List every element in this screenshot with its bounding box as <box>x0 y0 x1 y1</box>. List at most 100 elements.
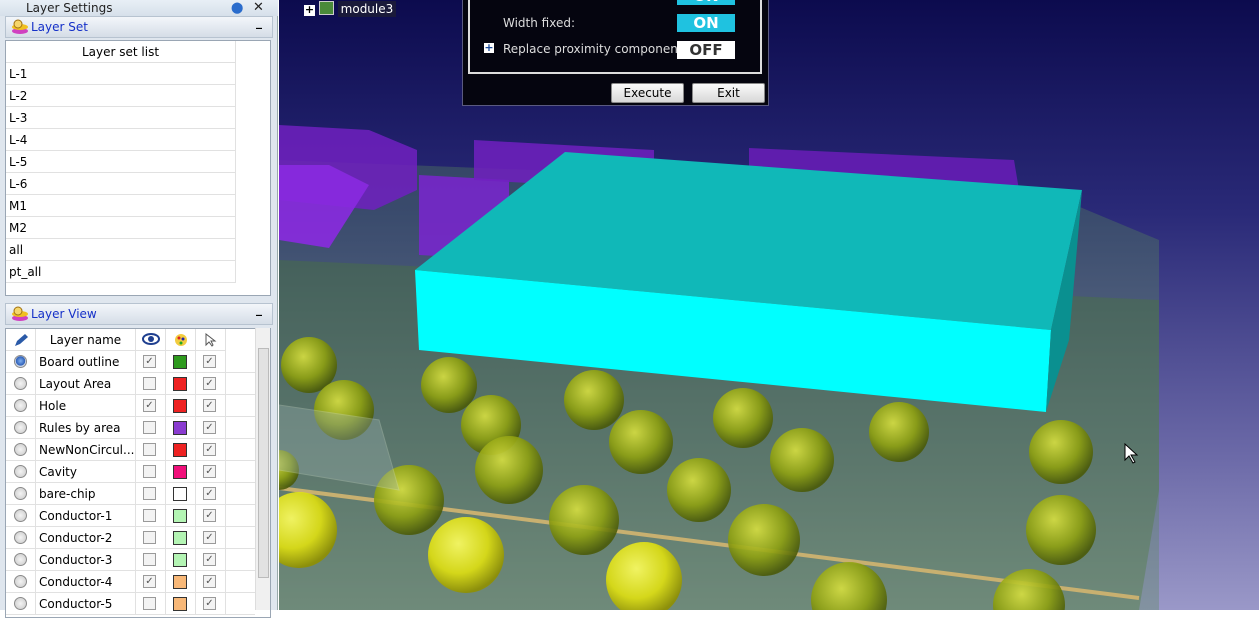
visible-checkbox[interactable] <box>143 465 156 478</box>
visible-checkbox[interactable] <box>143 443 156 456</box>
selectable-checkbox[interactable]: ✓ <box>203 531 216 544</box>
close-icon[interactable]: ✕ <box>253 0 264 15</box>
visible-checkbox[interactable] <box>143 553 156 566</box>
layer-set-item[interactable]: L-4 <box>6 129 236 151</box>
solder-ball <box>421 357 477 413</box>
color-swatch[interactable] <box>173 553 187 567</box>
layer-set-item[interactable]: L-5 <box>6 151 236 173</box>
active-layer-radio[interactable] <box>14 553 27 566</box>
active-layer-radio[interactable] <box>14 421 27 434</box>
layer-row[interactable]: Conductor-2 ✓ <box>6 527 255 549</box>
layer-row[interactable]: Layout Area ✓ <box>6 373 255 395</box>
layer-row[interactable]: Conductor-5 ✓ <box>6 593 255 615</box>
top-toggle[interactable]: ON <box>677 0 735 5</box>
active-cell <box>6 395 36 417</box>
visible-checkbox[interactable] <box>143 509 156 522</box>
3d-viewport[interactable] <box>259 0 1259 618</box>
solder-ball <box>564 370 624 430</box>
visible-cell: ✓ <box>136 571 166 593</box>
layer-row[interactable]: Conductor-3 ✓ <box>6 549 255 571</box>
replace-proximity-toggle[interactable]: OFF <box>677 41 735 59</box>
selectable-checkbox[interactable]: ✓ <box>203 443 216 456</box>
color-swatch[interactable] <box>173 487 187 501</box>
active-layer-radio[interactable] <box>14 377 27 390</box>
selectable-checkbox[interactable]: ✓ <box>203 487 216 500</box>
expand-icon[interactable]: + <box>484 42 494 53</box>
layer-row[interactable]: Hole ✓ ✓ <box>6 395 255 417</box>
execute-button[interactable]: Execute <box>611 83 684 103</box>
active-layer-radio[interactable] <box>14 355 27 368</box>
color-cell <box>166 395 196 417</box>
color-swatch[interactable] <box>173 421 187 435</box>
scrollbar-thumb[interactable] <box>258 348 269 578</box>
visible-checkbox[interactable]: ✓ <box>143 355 156 368</box>
solder-ball <box>1026 495 1096 565</box>
pin-icon[interactable]: ⬤ <box>231 1 243 14</box>
color-swatch[interactable] <box>173 443 187 457</box>
layer-row[interactable]: NewNonCircul... ✓ <box>6 439 255 461</box>
layer-row[interactable]: Rules by area ✓ <box>6 417 255 439</box>
active-layer-radio[interactable] <box>14 487 27 500</box>
color-swatch[interactable] <box>173 465 187 479</box>
active-layer-radio[interactable] <box>14 575 27 588</box>
layer-set-item[interactable]: M1 <box>6 195 236 217</box>
layer-row[interactable]: Board outline ✓ ✓ <box>6 351 255 373</box>
visible-checkbox[interactable]: ✓ <box>143 399 156 412</box>
layer-row[interactable]: Conductor-4 ✓ ✓ <box>6 571 255 593</box>
color-swatch[interactable] <box>173 575 187 589</box>
exit-button[interactable]: Exit <box>692 83 765 103</box>
active-layer-radio[interactable] <box>14 509 27 522</box>
selectable-cell: ✓ <box>196 351 226 373</box>
active-layer-radio[interactable] <box>14 443 27 456</box>
column-header[interactable]: Layer set list <box>6 41 236 63</box>
selectable-checkbox[interactable]: ✓ <box>203 355 216 368</box>
selectable-checkbox[interactable]: ✓ <box>203 399 216 412</box>
layer-set-section-header[interactable]: Layer Set _ <box>5 15 273 38</box>
color-swatch[interactable] <box>173 597 187 611</box>
visible-checkbox[interactable] <box>143 421 156 434</box>
layer-row[interactable]: Cavity ✓ <box>6 461 255 483</box>
collapse-button[interactable]: _ <box>256 302 262 316</box>
layer-set-item[interactable]: all <box>6 239 236 261</box>
active-layer-radio[interactable] <box>14 597 27 610</box>
active-layer-radio[interactable] <box>14 465 27 478</box>
selectable-checkbox[interactable]: ✓ <box>203 575 216 588</box>
layer-view-scrollbar[interactable] <box>255 328 270 610</box>
layer-set-item[interactable]: M2 <box>6 217 236 239</box>
color-swatch[interactable] <box>173 399 187 413</box>
layer-row[interactable]: bare-chip ✓ <box>6 483 255 505</box>
color-swatch[interactable] <box>173 531 187 545</box>
collapse-button[interactable]: _ <box>256 15 262 29</box>
visible-checkbox[interactable] <box>143 531 156 544</box>
layer-set-item[interactable]: pt_all <box>6 261 236 283</box>
layer-set-item[interactable]: L-1 <box>6 63 236 85</box>
visible-checkbox[interactable] <box>143 377 156 390</box>
layer-set-item[interactable]: L-6 <box>6 173 236 195</box>
color-swatch[interactable] <box>173 355 187 369</box>
width-fixed-toggle[interactable]: ON <box>677 14 735 32</box>
selectable-cell: ✓ <box>196 549 226 571</box>
layer-row[interactable]: Conductor-1 ✓ <box>6 505 255 527</box>
selectable-checkbox[interactable]: ✓ <box>203 553 216 566</box>
layer-view-section-header[interactable]: Layer View _ <box>5 302 273 325</box>
color-swatch[interactable] <box>173 509 187 523</box>
layer-name: Conductor-2 <box>36 527 136 549</box>
visible-checkbox[interactable]: ✓ <box>143 575 156 588</box>
selectable-checkbox[interactable]: ✓ <box>203 421 216 434</box>
layer-set-item[interactable]: L-3 <box>6 107 236 129</box>
expand-icon[interactable]: + <box>304 4 315 16</box>
selectable-checkbox[interactable]: ✓ <box>203 509 216 522</box>
solder-ball <box>428 517 504 593</box>
selectable-checkbox[interactable]: ✓ <box>203 377 216 390</box>
visible-checkbox[interactable] <box>143 487 156 500</box>
selectable-cell: ✓ <box>196 571 226 593</box>
selectable-checkbox[interactable]: ✓ <box>203 597 216 610</box>
active-layer-radio[interactable] <box>14 399 27 412</box>
column-header-layer-name[interactable]: Layer name <box>36 329 136 351</box>
tree-node-module3[interactable]: + module3 <box>304 1 397 17</box>
active-layer-radio[interactable] <box>14 531 27 544</box>
visible-checkbox[interactable] <box>143 597 156 610</box>
layer-set-item[interactable]: L-2 <box>6 85 236 107</box>
color-swatch[interactable] <box>173 377 187 391</box>
selectable-checkbox[interactable]: ✓ <box>203 465 216 478</box>
